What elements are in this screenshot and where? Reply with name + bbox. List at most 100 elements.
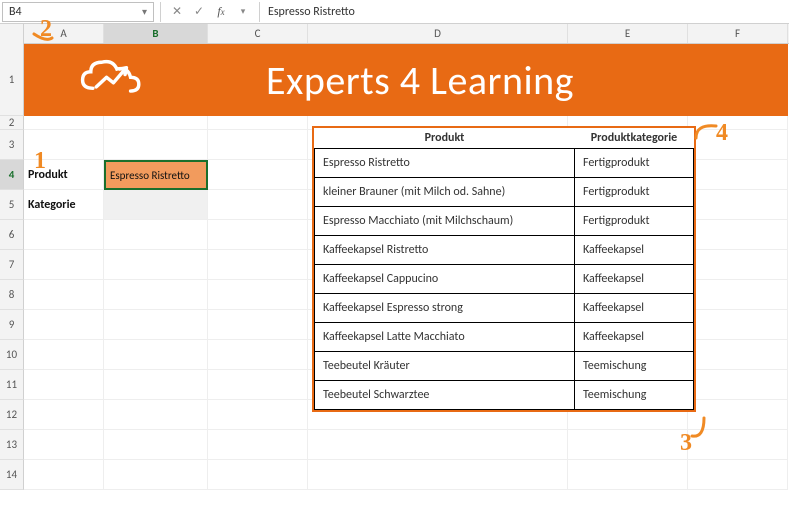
kategorie-label[interactable]: Kategorie: [24, 190, 104, 220]
table-cell-produkt[interactable]: kleiner Brauner (mit Milch od. Sahne): [315, 178, 575, 207]
row-header-5[interactable]: 5: [0, 190, 24, 220]
cell[interactable]: [688, 44, 788, 116]
cell[interactable]: [104, 370, 208, 400]
cell[interactable]: [688, 190, 788, 220]
table-cell-produkt[interactable]: Kaffeekapsel Latte Macchiato: [315, 323, 575, 352]
col-header-A[interactable]: A: [24, 24, 104, 43]
cell[interactable]: [104, 250, 208, 280]
row-header-8[interactable]: 8: [0, 280, 24, 310]
row-header-6[interactable]: 6: [0, 220, 24, 250]
cell[interactable]: [568, 460, 688, 490]
cell[interactable]: [24, 130, 104, 160]
kategorie-value-cell[interactable]: [104, 190, 208, 220]
cell[interactable]: [104, 400, 208, 430]
cell[interactable]: [208, 116, 308, 130]
cell[interactable]: [208, 430, 308, 460]
cell[interactable]: [688, 116, 788, 130]
cell[interactable]: [24, 310, 104, 340]
row-header-14[interactable]: 14: [0, 460, 24, 490]
cell[interactable]: [24, 430, 104, 460]
select-all-corner[interactable]: [0, 24, 24, 44]
cell[interactable]: [104, 280, 208, 310]
cell[interactable]: [208, 340, 308, 370]
table-cell-produkt[interactable]: Kaffeekapsel Espresso strong: [315, 294, 575, 323]
cell[interactable]: [208, 370, 308, 400]
cell[interactable]: [688, 280, 788, 310]
row-header-9[interactable]: 9: [0, 310, 24, 340]
cell[interactable]: [24, 280, 104, 310]
cell[interactable]: [104, 44, 208, 116]
row-header-13[interactable]: 13: [0, 430, 24, 460]
row-header-11[interactable]: 11: [0, 370, 24, 400]
cancel-icon[interactable]: ✕: [167, 2, 187, 22]
table-cell-produkt[interactable]: Espresso Ristretto: [315, 149, 575, 178]
cell[interactable]: [688, 340, 788, 370]
col-header-B[interactable]: B: [104, 24, 208, 43]
cell[interactable]: [308, 44, 568, 116]
table-cell-kategorie[interactable]: Fertigprodukt: [575, 149, 694, 178]
table-cell-produkt[interactable]: Kaffeekapsel Ristretto: [315, 236, 575, 265]
row-header-10[interactable]: 10: [0, 340, 24, 370]
cell[interactable]: [568, 44, 688, 116]
col-header-E[interactable]: E: [568, 24, 688, 43]
row-header-7[interactable]: 7: [0, 250, 24, 280]
cell[interactable]: [104, 116, 208, 130]
cell[interactable]: [24, 370, 104, 400]
cell[interactable]: [208, 280, 308, 310]
cell[interactable]: [688, 370, 788, 400]
cell[interactable]: [104, 460, 208, 490]
name-box[interactable]: B4 ▾: [2, 2, 154, 22]
cell[interactable]: [24, 220, 104, 250]
cell[interactable]: [688, 130, 788, 160]
table-cell-kategorie[interactable]: Kaffeekapsel: [575, 323, 694, 352]
row-header-4[interactable]: 4: [0, 160, 24, 190]
cell[interactable]: [208, 220, 308, 250]
table-cell-produkt[interactable]: Kaffeekapsel Cappucino: [315, 265, 575, 294]
row-header-12[interactable]: 12: [0, 400, 24, 430]
table-cell-kategorie[interactable]: Kaffeekapsel: [575, 294, 694, 323]
table-cell-kategorie[interactable]: Teemischung: [575, 352, 694, 381]
col-header-D[interactable]: D: [308, 24, 568, 43]
cell[interactable]: [688, 400, 788, 430]
cell[interactable]: [24, 116, 104, 130]
row-header-3[interactable]: 3: [0, 130, 24, 160]
row-header-1[interactable]: 1: [0, 44, 24, 116]
cell[interactable]: [208, 44, 308, 116]
formula-input[interactable]: Espresso Ristretto: [259, 2, 789, 22]
table-cell-kategorie[interactable]: Kaffeekapsel: [575, 265, 694, 294]
table-cell-kategorie[interactable]: Fertigprodukt: [575, 207, 694, 236]
enter-icon[interactable]: ✓: [189, 2, 209, 22]
cell[interactable]: [208, 400, 308, 430]
cell[interactable]: [688, 310, 788, 340]
table-cell-kategorie[interactable]: Fertigprodukt: [575, 178, 694, 207]
cell[interactable]: [688, 430, 788, 460]
cell[interactable]: [208, 310, 308, 340]
col-header-C[interactable]: C: [208, 24, 308, 43]
cell[interactable]: [208, 160, 308, 190]
table-cell-produkt[interactable]: Teebeutel Kräuter: [315, 352, 575, 381]
table-cell-kategorie[interactable]: Teemischung: [575, 381, 694, 410]
produkt-label[interactable]: Produkt: [24, 160, 104, 190]
cell[interactable]: [208, 250, 308, 280]
cell[interactable]: [568, 430, 688, 460]
cell[interactable]: [688, 250, 788, 280]
cell[interactable]: [104, 430, 208, 460]
cell[interactable]: [104, 340, 208, 370]
cell[interactable]: [208, 460, 308, 490]
table-cell-kategorie[interactable]: Kaffeekapsel: [575, 236, 694, 265]
cell[interactable]: [308, 430, 568, 460]
table-cell-produkt[interactable]: Espresso Macchiato (mit Milchschaum): [315, 207, 575, 236]
col-header-F[interactable]: F: [688, 24, 788, 43]
table-cell-produkt[interactable]: Teebeutel Schwarztee: [315, 381, 575, 410]
cell[interactable]: [24, 340, 104, 370]
fx-icon[interactable]: fx: [211, 2, 231, 22]
cell[interactable]: [24, 250, 104, 280]
cell[interactable]: [308, 460, 568, 490]
cell[interactable]: [104, 130, 208, 160]
cell[interactable]: [688, 220, 788, 250]
cell[interactable]: [688, 160, 788, 190]
chevron-down-icon[interactable]: ▾: [233, 2, 253, 22]
row-header-2[interactable]: 2: [0, 116, 24, 130]
cell[interactable]: [24, 460, 104, 490]
cell[interactable]: [24, 44, 104, 116]
